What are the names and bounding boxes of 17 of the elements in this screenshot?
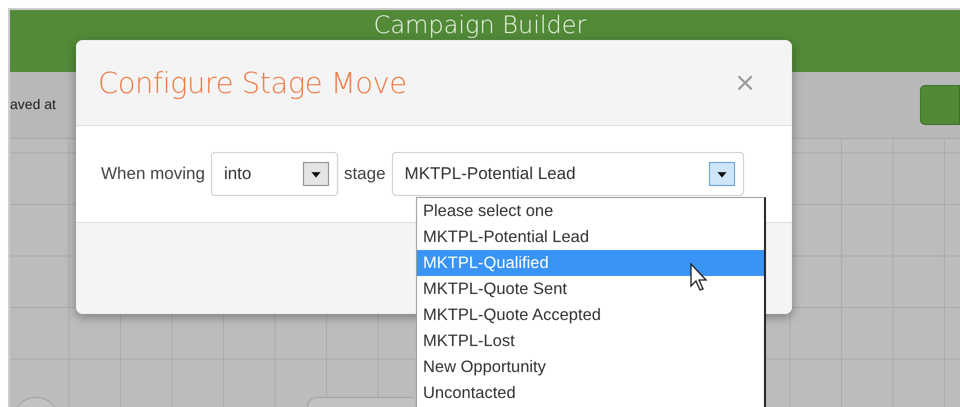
saved-status: aved at	[10, 96, 56, 112]
app-title: Campaign Builder	[374, 11, 586, 41]
dropdown-option[interactable]: Uncontacted	[417, 380, 764, 406]
toolbar-button[interactable]	[920, 85, 960, 125]
dropdown-option[interactable]: MKTPL-Lost	[417, 328, 764, 354]
dropdown-option[interactable]: MKTPL-Quote Sent	[417, 276, 764, 302]
dropdown-option[interactable]: MKTPL-Potential Lead	[417, 224, 764, 250]
select-value: MKTPL-Potential Lead	[404, 164, 576, 184]
field-label: When moving	[101, 164, 205, 184]
select-value: into	[224, 164, 252, 184]
dialog-title: Configure Stage Move	[98, 66, 407, 100]
field-label: stage	[344, 164, 386, 184]
dropdown-option[interactable]: MKTPL-Quote Accepted	[417, 302, 764, 328]
dropdown-option[interactable]: New Opportunity	[417, 354, 764, 380]
select-field[interactable]: into	[210, 152, 338, 196]
dropdown-option[interactable]: Please select one	[417, 198, 764, 224]
select-field[interactable]: MKTPL-Potential Lead	[392, 152, 744, 196]
